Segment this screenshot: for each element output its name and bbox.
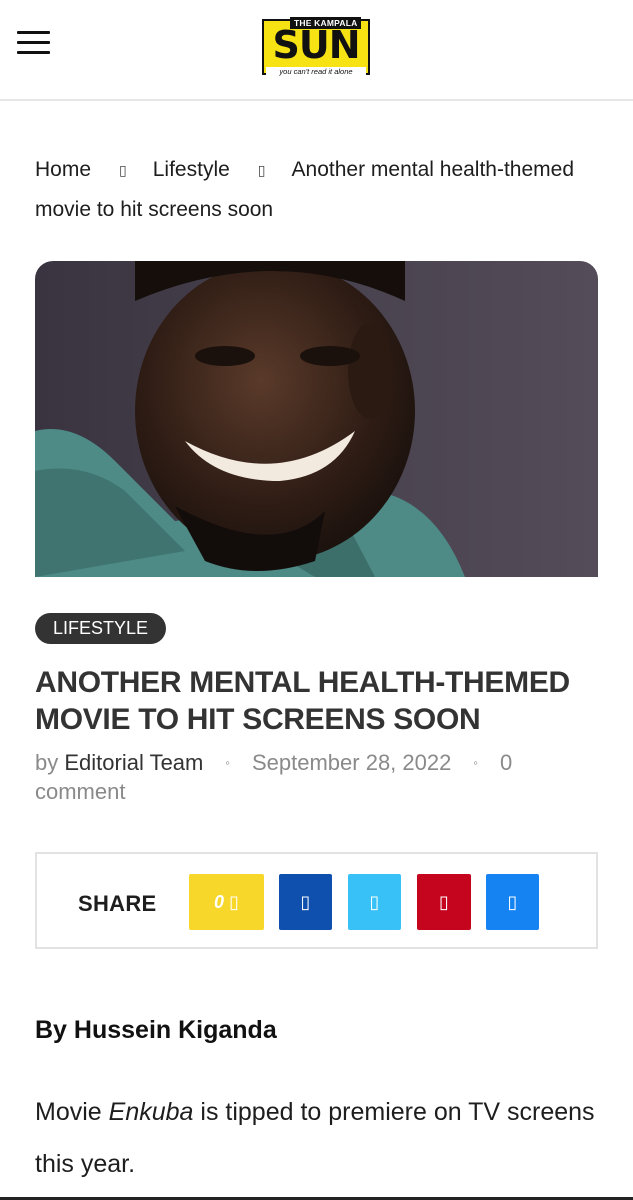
para-text-start: Movie xyxy=(35,1098,109,1126)
article-meta: by Editorial Team ◦ September 28, 2022 ◦ 0 c… xyxy=(35,748,595,806)
messenger-icon: ▯ xyxy=(507,892,518,912)
breadcrumb: Home ▯ Lifestyle ▯ Another mental health-the… xyxy=(35,150,595,230)
share-count-button[interactable]: 0 ▯ xyxy=(189,874,264,930)
breadcrumb-separator-icon: ▯ xyxy=(257,162,266,178)
meta-by: by xyxy=(35,750,59,775)
breadcrumb-current: Another mental health-themed movie to hi… xyxy=(35,158,575,221)
breadcrumb-lifestyle[interactable]: Lifestyle xyxy=(153,158,230,181)
meta-separator-icon: ◦ xyxy=(225,755,230,770)
pinterest-icon: ▯ xyxy=(439,892,449,912)
share-facebook-button[interactable]: ▯ xyxy=(279,874,332,930)
facebook-icon: ▯ xyxy=(300,892,311,912)
share-messenger-button[interactable]: ▯ xyxy=(486,874,539,930)
share-box: SHARE 0 ▯ ▯ ▯ ▯ ▯ xyxy=(35,852,598,949)
share-label: SHARE xyxy=(78,891,157,916)
author-link[interactable]: Editorial Team xyxy=(64,750,203,775)
article-byline: By Hussein Kiganda xyxy=(35,1016,277,1044)
breadcrumb-home[interactable]: Home xyxy=(35,158,91,181)
breadcrumb-separator-icon: ▯ xyxy=(119,162,127,178)
site-logo[interactable]: THE KAMPALA SUN you can't read it alone xyxy=(262,15,370,81)
twitter-icon: ▯ xyxy=(369,892,380,912)
category-badge[interactable]: LIFESTYLE xyxy=(35,613,167,644)
logo-main-text: SUN xyxy=(272,23,360,67)
site-header: THE KAMPALA SUN you can't read it alone xyxy=(0,0,633,101)
article-paragraph: Movie Enkuba is tipped to premiere on TV… xyxy=(35,1086,595,1190)
share-count: 0 xyxy=(214,892,225,912)
hamburger-menu-icon[interactable] xyxy=(17,31,50,57)
publish-date: September 28, 2022 xyxy=(251,750,452,775)
share-pinterest-button[interactable]: ▯ xyxy=(417,874,471,930)
logo-tagline: you can't read it alone xyxy=(266,67,366,76)
movie-title: Enkuba xyxy=(108,1098,194,1126)
article-hero-image xyxy=(35,261,598,577)
article-title: ANOTHER MENTAL HEALTH-THEMED MOVIE TO HI… xyxy=(35,666,570,736)
share-count-icon: ▯ xyxy=(229,892,239,912)
meta-separator-icon: ◦ xyxy=(473,755,478,770)
share-twitter-button[interactable]: ▯ xyxy=(348,874,401,930)
